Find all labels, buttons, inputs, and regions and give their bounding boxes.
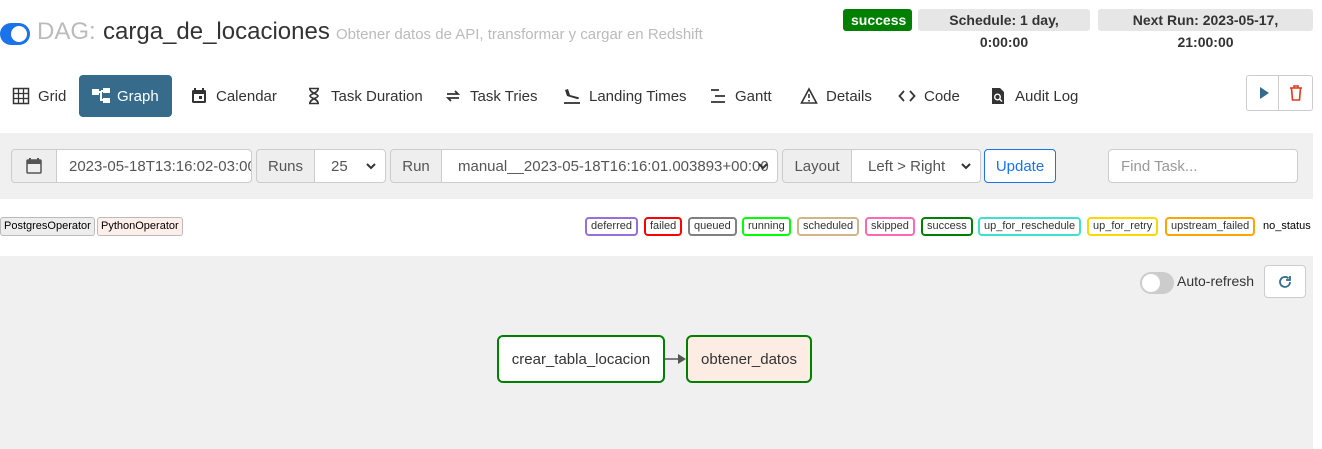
tab-calendar[interactable]: Calendar <box>178 75 289 117</box>
refresh-button[interactable] <box>1264 265 1306 298</box>
schedule-badge: Schedule: 1 day, 0:00:00 <box>918 9 1090 50</box>
tab-task-duration-label: Task Duration <box>331 87 423 105</box>
graph-icon <box>91 87 110 105</box>
warning-icon <box>800 87 818 105</box>
legend-state-skipped[interactable]: skipped <box>865 217 915 236</box>
legend-state-no-status[interactable]: no_status <box>1263 220 1311 232</box>
grid-icon <box>12 87 30 105</box>
next-run-badge: Next Run: 2023-05-17, 21:00:00 <box>1098 9 1313 50</box>
tab-task-duration[interactable]: Task Duration <box>293 75 435 117</box>
chevron-down-icon <box>366 163 376 170</box>
tab-calendar-label: Calendar <box>216 87 277 105</box>
retry-icon <box>444 87 462 105</box>
find-task-input[interactable] <box>1108 149 1298 183</box>
run-select[interactable]: manual__2023-05-18T16:16:01.003893+00:00 <box>441 149 778 183</box>
task-node-crear-tabla-locacion[interactable]: crear_tabla_locacion <box>497 335 665 383</box>
dag-title[interactable]: carga_de_locaciones <box>103 18 330 46</box>
tab-grid-label: Grid <box>38 87 67 105</box>
runs-select[interactable]: 25 <box>314 149 386 183</box>
tab-task-tries-label: Task Tries <box>470 87 538 105</box>
legend-state-scheduled[interactable]: scheduled <box>797 217 860 236</box>
layout-value: Left > Right <box>868 157 946 175</box>
update-button[interactable]: Update <box>984 149 1056 183</box>
auto-refresh-toggle[interactable] <box>1140 272 1174 294</box>
tab-audit-log-label: Audit Log <box>1015 87 1079 105</box>
toggle-knob <box>1142 274 1160 292</box>
legend-state-deferred[interactable]: deferred <box>585 217 638 236</box>
auto-refresh-label: Auto-refresh <box>1177 273 1255 289</box>
refresh-icon <box>1279 275 1291 288</box>
tab-details[interactable]: Details <box>788 75 884 117</box>
legend-state-success[interactable]: success <box>921 217 973 236</box>
legend-state-failed[interactable]: failed <box>644 217 683 236</box>
base-date-calendar-button[interactable] <box>11 149 57 183</box>
dag-description: Obtener datos de API, transformar y carg… <box>336 26 703 43</box>
tab-landing-times[interactable]: Landing Times <box>551 75 699 117</box>
task-node-label: obtener_datos <box>701 350 797 368</box>
legend-state-running[interactable]: running <box>742 217 791 236</box>
audit-log-icon <box>989 87 1007 105</box>
base-date-input[interactable]: 2023-05-18T13:16:02-03:00 <box>56 149 252 183</box>
run-value: manual__2023-05-18T16:16:01.003893+00:00 <box>458 157 769 175</box>
legend-state-up-for-reschedule[interactable]: up_for_reschedule <box>978 217 1082 236</box>
task-node-obtener-datos[interactable]: obtener_datos <box>686 335 812 383</box>
calendar-icon <box>190 87 208 105</box>
layout-select[interactable]: Left > Right <box>851 149 981 183</box>
tab-code[interactable]: Code <box>886 75 972 117</box>
trigger-dag-button[interactable] <box>1246 75 1281 111</box>
legend-operator-postgres[interactable]: PostgresOperator <box>0 217 95 236</box>
chevron-down-icon <box>758 163 768 170</box>
code-icon <box>898 87 916 105</box>
legend-state-upstream-failed[interactable]: upstream_failed <box>1165 217 1256 236</box>
tab-graph[interactable]: Graph <box>79 75 172 117</box>
tab-landing-times-label: Landing Times <box>589 87 687 105</box>
runs-label: Runs <box>256 149 315 183</box>
runs-value: 25 <box>331 157 348 175</box>
tab-task-tries[interactable]: Task Tries <box>432 75 550 117</box>
play-icon <box>1259 87 1269 99</box>
legend-state-queued[interactable]: queued <box>688 217 737 236</box>
delete-dag-button[interactable] <box>1278 75 1313 111</box>
tab-gantt[interactable]: Gantt <box>697 75 784 117</box>
calendar-icon <box>26 158 42 174</box>
legend-operator-python[interactable]: PythonOperator <box>97 217 183 236</box>
layout-label: Layout <box>782 149 852 183</box>
plane-landing-icon <box>563 87 581 105</box>
tab-audit-log[interactable]: Audit Log <box>977 75 1090 117</box>
chevron-down-icon <box>961 163 971 170</box>
tab-code-label: Code <box>924 87 960 105</box>
dag-prefix: DAG: <box>37 18 96 45</box>
toggle-knob <box>11 26 27 42</box>
tab-grid[interactable]: Grid <box>0 75 78 117</box>
trash-icon <box>1289 85 1302 101</box>
dag-status-badge: success <box>843 9 912 31</box>
legend-state-up-for-retry[interactable]: up_for_retry <box>1087 217 1159 236</box>
tab-graph-label: Graph <box>117 87 159 105</box>
gantt-icon <box>709 87 727 105</box>
run-label: Run <box>390 149 442 183</box>
tab-details-label: Details <box>826 87 872 105</box>
graph-edge-arrow <box>665 354 686 364</box>
dag-pause-toggle[interactable] <box>0 23 30 45</box>
hourglass-icon <box>305 87 323 105</box>
tab-gantt-label: Gantt <box>735 87 772 105</box>
task-node-label: crear_tabla_locacion <box>511 350 651 368</box>
base-date-value: 2023-05-18T13:16:02-03:00 <box>69 157 252 175</box>
